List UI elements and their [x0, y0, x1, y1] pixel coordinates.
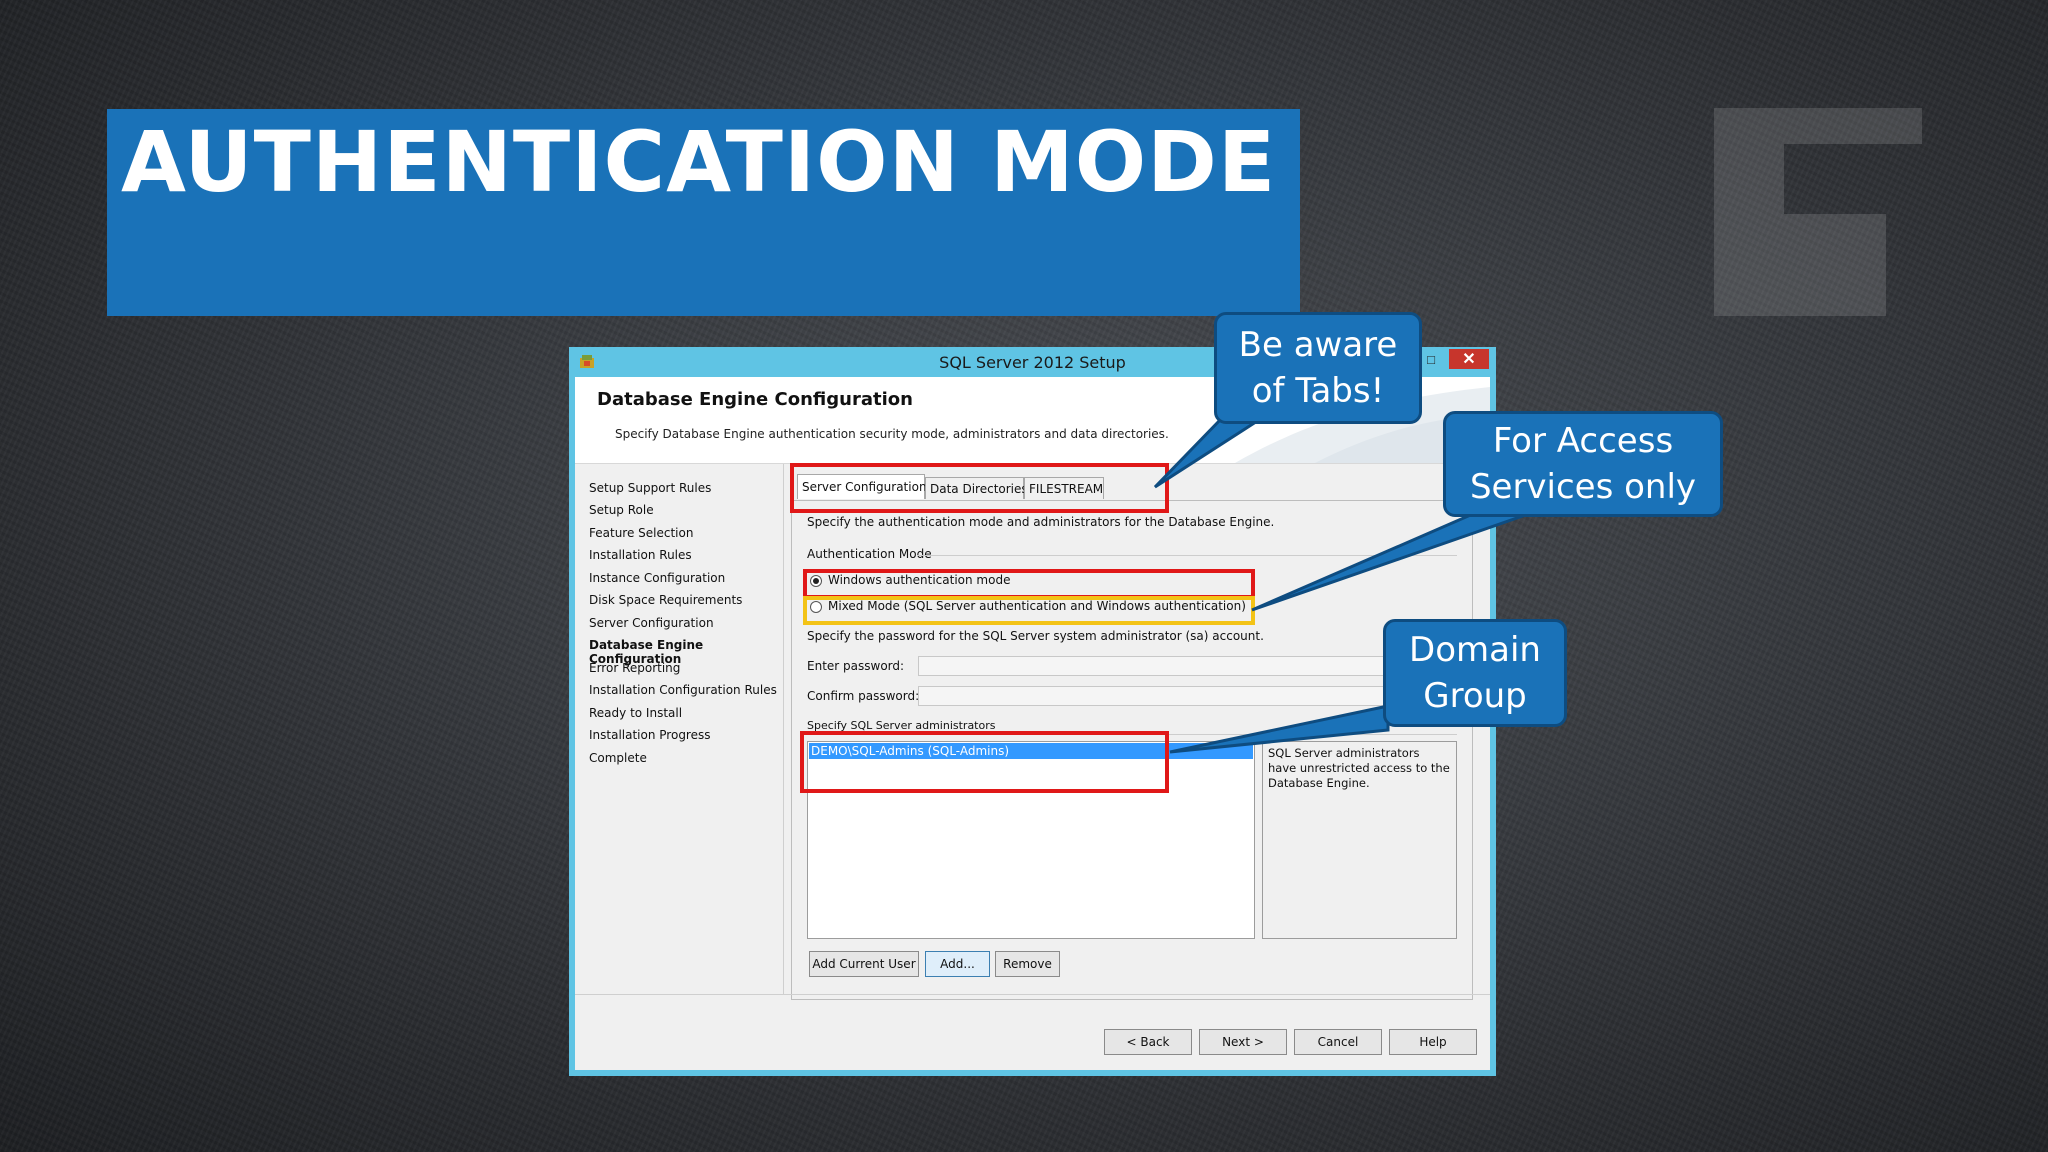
sa-password-intro: Specify the password for the SQL Server …: [807, 629, 1264, 643]
enter-password-label: Enter password:: [807, 659, 905, 673]
nav-item-installation-rules[interactable]: Installation Rules: [589, 548, 692, 562]
nav-item-setup-support-rules[interactable]: Setup Support Rules: [589, 481, 711, 495]
callout-tabs-line2: of Tabs!: [1251, 371, 1385, 411]
tabs-highlight: [790, 463, 1169, 513]
setup-window: SQL Server 2012 Setup □ ✕ Database Engin…: [569, 347, 1496, 1076]
page-title: Database Engine Configuration: [597, 389, 913, 410]
callout-domain-group: Domain Group: [1383, 619, 1567, 727]
nav-item-installation-progress[interactable]: Installation Progress: [589, 728, 711, 742]
nav-item-feature-selection[interactable]: Feature Selection: [589, 526, 693, 540]
auth-mode-group-label: Authentication Mode: [807, 547, 932, 561]
confirm-password-label: Confirm password:: [807, 689, 920, 703]
close-button[interactable]: ✕: [1449, 349, 1489, 369]
confirm-password-field[interactable]: [918, 686, 1458, 706]
slide-title-banner: AUTHENTICATION MODE: [107, 109, 1300, 316]
admins-info-panel: SQL Server administrators have unrestric…: [1262, 741, 1457, 939]
setup-steps-nav: Setup Support Rules Setup Role Feature S…: [575, 464, 784, 994]
enter-password-field[interactable]: [918, 656, 1458, 676]
cancel-button[interactable]: Cancel: [1294, 1029, 1382, 1055]
nav-item-complete[interactable]: Complete: [589, 751, 647, 765]
remove-button[interactable]: Remove: [995, 951, 1060, 977]
add-current-user-button[interactable]: Add Current User: [809, 951, 919, 977]
page-description: Specify Database Engine authentication s…: [615, 427, 1169, 441]
auth-mode-divider: [917, 555, 1457, 556]
nav-item-ready-to-install[interactable]: Ready to Install: [589, 706, 682, 720]
callout-access-line2: Services only: [1469, 467, 1697, 507]
background-logo-icon: [1714, 108, 1922, 316]
callout-domain-line1: Domain: [1409, 630, 1541, 670]
nav-item-disk-space[interactable]: Disk Space Requirements: [589, 593, 742, 607]
callout-access-services: For Access Services only: [1443, 411, 1723, 517]
nav-item-error-reporting[interactable]: Error Reporting: [589, 661, 680, 675]
callout-domain-line2: Group: [1423, 676, 1527, 716]
help-button[interactable]: Help: [1389, 1029, 1477, 1055]
callout-access-line1: For Access: [1492, 421, 1674, 461]
auth-intro-text: Specify the authentication mode and admi…: [807, 515, 1275, 529]
admins-highlight: [800, 731, 1169, 793]
next-button[interactable]: Next >: [1199, 1029, 1287, 1055]
slide-title: AUTHENTICATION MODE: [121, 113, 1277, 211]
windows-auth-highlight: [803, 569, 1255, 599]
footer-divider: [575, 994, 1490, 995]
add-button[interactable]: Add...: [925, 951, 990, 977]
nav-item-installation-configuration-rules[interactable]: Installation Configuration Rules: [589, 683, 777, 697]
nav-item-instance-configuration[interactable]: Instance Configuration: [589, 571, 725, 585]
callout-tabs: Be aware of Tabs!: [1214, 312, 1422, 424]
nav-item-setup-role[interactable]: Setup Role: [589, 503, 654, 517]
back-button[interactable]: < Back: [1104, 1029, 1192, 1055]
callout-tabs-line1: Be aware: [1238, 325, 1398, 365]
mixed-mode-highlight: [803, 596, 1255, 625]
nav-item-server-configuration[interactable]: Server Configuration: [589, 616, 714, 630]
